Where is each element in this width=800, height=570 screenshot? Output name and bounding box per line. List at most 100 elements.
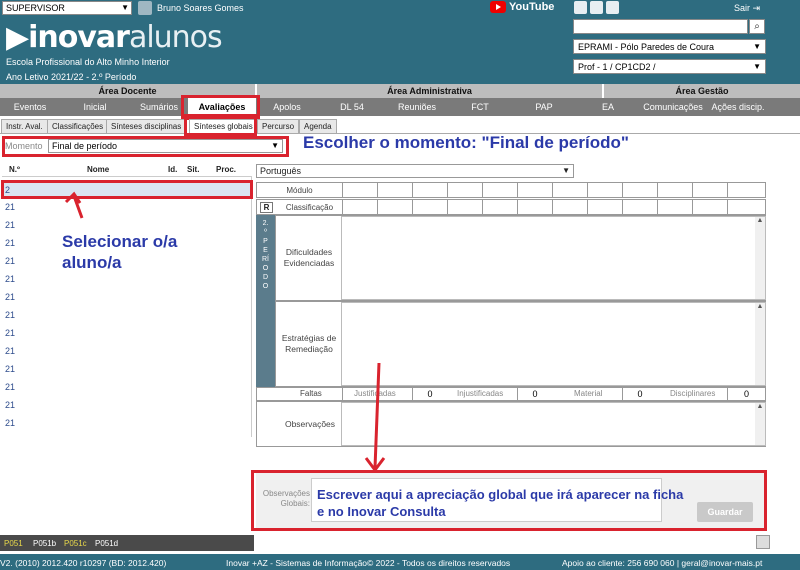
row-number: 21: [5, 382, 16, 392]
sub-tabs: Instr. Aval. Classificações Sínteses dis…: [0, 118, 800, 134]
classificacao-label: Classificação: [285, 203, 334, 212]
subject-value: Português: [260, 166, 302, 176]
modulo-cell: [447, 183, 482, 198]
menu-ea[interactable]: EA: [592, 98, 624, 116]
justificadas-value[interactable]: 0: [412, 388, 447, 400]
table-row[interactable]: 21: [2, 271, 252, 288]
chevron-down-icon: ▼: [753, 42, 761, 51]
menu-comunicacoes[interactable]: Comunicações: [640, 98, 706, 116]
legend-item: P051b: [33, 539, 57, 548]
header-search-input[interactable]: [573, 19, 748, 34]
row-number: 21: [5, 346, 16, 356]
menu-reunioes[interactable]: Reuniões: [392, 98, 442, 116]
arrow-student: [64, 191, 84, 219]
footer-version: V2. (2010) 2012.420 r10297 (BD: 2012.420…: [0, 558, 167, 568]
class-select[interactable]: Prof - 1 / CP1CD2 / ▼: [573, 59, 766, 74]
menu-sumarios[interactable]: Sumários: [130, 98, 188, 116]
injustificadas-value[interactable]: 0: [517, 388, 552, 400]
table-row[interactable]: 21: [2, 343, 252, 360]
modulo-row: Módulo: [256, 182, 766, 198]
menu-apolos[interactable]: Apolos: [262, 98, 312, 116]
school-name: Escola Profissional do Alto Minho Interi…: [6, 57, 170, 67]
classificacao-cell: [727, 200, 765, 215]
row-number: 21: [5, 274, 16, 284]
tab-instr-aval[interactable]: Instr. Aval.: [1, 119, 48, 133]
scrollbar[interactable]: ▲: [755, 403, 765, 445]
row-number: 21: [5, 220, 16, 230]
menu-inicial[interactable]: Inicial: [60, 98, 130, 116]
highlight-sinteses-globais: [184, 114, 257, 136]
arrow-obs-globais: [364, 362, 386, 473]
tab-sinteses-disciplinas[interactable]: Sínteses disciplinas: [106, 119, 187, 133]
subject-select[interactable]: Português ▼: [256, 164, 574, 178]
modulo-cell: [482, 183, 517, 198]
student-table-header: N.º Nome Id. Sit. Proc.: [2, 163, 252, 177]
print-icon[interactable]: [756, 535, 770, 549]
logo: ▶inovaralunos: [6, 20, 223, 55]
chevron-down-icon: ▼: [562, 166, 570, 175]
classificacao-cell: [552, 200, 587, 215]
table-row[interactable]: 21: [2, 289, 252, 306]
table-row[interactable]: 21: [2, 397, 252, 414]
col-id: Id.: [168, 165, 178, 174]
modulo-cell: [552, 183, 587, 198]
classificacao-cell: [482, 200, 517, 215]
legend-item: P051c: [64, 539, 87, 548]
scrollbar[interactable]: ▲: [755, 303, 765, 385]
classificacao-cell: [692, 200, 727, 215]
menu-acoes-discip[interactable]: Ações discip.: [706, 98, 770, 116]
help-icon[interactable]: [606, 1, 619, 14]
modulo-cell: [727, 183, 765, 198]
exit-link[interactable]: Sair ⇥: [734, 3, 760, 14]
search-icon[interactable]: ⌕: [749, 19, 765, 34]
chart-icon[interactable]: [574, 1, 587, 14]
material-value[interactable]: 0: [622, 388, 657, 400]
table-row[interactable]: 21: [2, 361, 252, 378]
table-row[interactable]: 21: [2, 379, 252, 396]
school-year: Ano Letivo 2021/22 - 2.º Período: [6, 72, 137, 82]
modulo-cell: [622, 183, 657, 198]
youtube-label: YouTube: [509, 1, 555, 13]
stats-icon[interactable]: [590, 1, 603, 14]
modulo-cell: [587, 183, 622, 198]
row-number: 21: [5, 400, 16, 410]
menu-dl54[interactable]: DL 54: [328, 98, 376, 116]
scrollbar[interactable]: ▲: [755, 217, 765, 299]
observacoes-label: Observações: [284, 419, 336, 429]
avatar: [138, 1, 152, 15]
menu-eventos[interactable]: Eventos: [0, 98, 60, 116]
modulo-cell: [377, 183, 412, 198]
area-gestao: Área Gestão: [604, 84, 800, 98]
chevron-down-icon: ▼: [121, 3, 129, 12]
dificuldades-label: Dificuldades Evidenciadas: [283, 247, 335, 268]
youtube-link[interactable]: YouTube: [490, 1, 554, 13]
menu-fct[interactable]: FCT: [460, 98, 500, 116]
table-row[interactable]: 21: [2, 415, 252, 432]
faltas-row: Faltas Justificadas 0 Injustificadas 0 M…: [256, 387, 766, 401]
disciplinares-value[interactable]: 0: [727, 388, 765, 400]
tab-agenda[interactable]: Agenda: [299, 119, 337, 133]
dificuldades-textarea[interactable]: ▲: [341, 216, 766, 300]
site-select[interactable]: EPRAMI - Pólo Paredes de Coura ▼: [573, 39, 766, 54]
faltas-label: Faltas: [300, 389, 322, 398]
role-select[interactable]: SUPERVISOR ▼: [2, 1, 132, 15]
row-number: 21: [5, 292, 16, 302]
menu-pap[interactable]: PAP: [524, 98, 564, 116]
modulo-cell: [657, 183, 692, 198]
col-nome: Nome: [87, 165, 110, 174]
estrategias-label: Estratégias de Remediação: [281, 333, 337, 354]
disciplinares-label: Disciplinares: [670, 389, 716, 398]
logo-main: inovar: [28, 20, 130, 55]
role-value: SUPERVISOR: [6, 3, 65, 13]
r-button[interactable]: R: [260, 202, 273, 213]
col-numero: N.º: [9, 165, 20, 174]
footer-support: Apoio ao cliente: 256 690 060 | geral@in…: [562, 558, 763, 568]
table-row[interactable]: 21: [2, 325, 252, 342]
classificacao-cell: [622, 200, 657, 215]
tab-percurso[interactable]: Percurso: [257, 119, 300, 133]
table-row[interactable]: 21: [2, 199, 252, 216]
tab-classificacoes[interactable]: Classificações: [47, 119, 109, 133]
table-row[interactable]: 21: [2, 307, 252, 324]
classificacao-cell: [342, 200, 377, 215]
row-number: 21: [5, 418, 16, 428]
